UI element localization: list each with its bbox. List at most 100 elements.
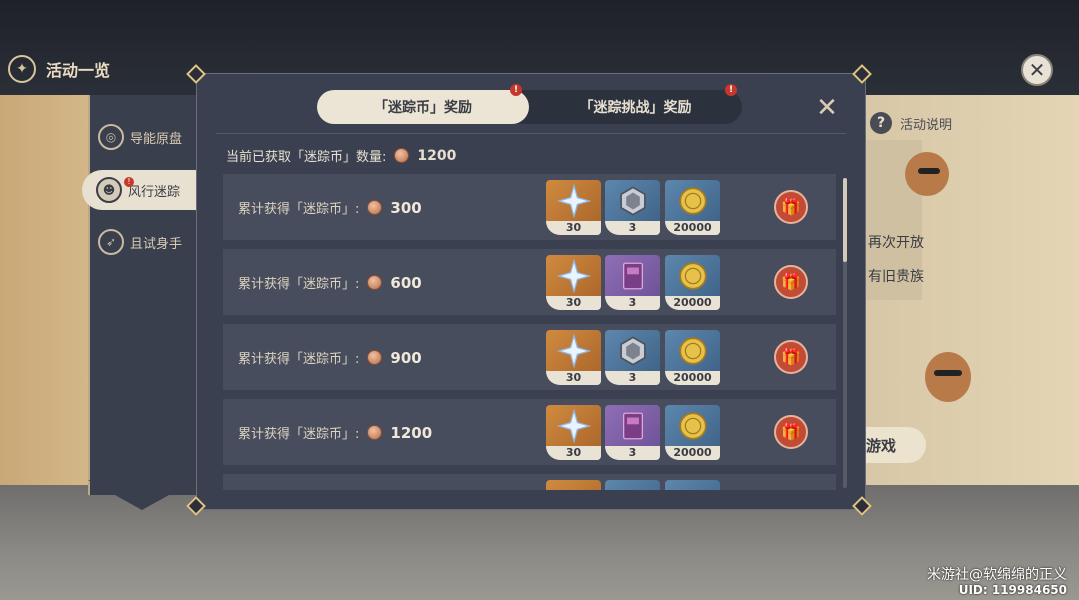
row-threshold: 300 bbox=[390, 198, 422, 217]
sidebar-item-label: 导能原盘 bbox=[130, 131, 183, 147]
reward-row: 累计获得「迷踪币」: 900 30 3 20000 🎁 bbox=[223, 324, 836, 390]
item-quantity: 20000 bbox=[665, 221, 720, 235]
mora-icon bbox=[665, 330, 720, 371]
reward-item[interactable]: 20000 bbox=[665, 180, 720, 235]
reward-row-partial bbox=[223, 474, 836, 490]
sidebar-item-1[interactable]: ☻! 风行迷踪 bbox=[82, 170, 198, 210]
tracking-coin-icon bbox=[367, 200, 383, 215]
row-threshold: 900 bbox=[390, 348, 422, 367]
gift-icon[interactable]: 🎁 bbox=[774, 265, 808, 299]
tracking-coin-icon bbox=[394, 148, 410, 163]
help-label: 活动说明 bbox=[900, 117, 953, 133]
raccoon-character-icon bbox=[905, 152, 949, 196]
alert-badge: ! bbox=[124, 177, 134, 187]
mora-icon bbox=[665, 180, 720, 221]
tab-label: 「迷踪挑战」奖励 bbox=[579, 100, 692, 116]
primogem-icon bbox=[546, 255, 601, 296]
raccoon-mask-icon bbox=[934, 370, 962, 376]
tracking-coin-icon bbox=[367, 425, 383, 440]
sidebar-item-label: 且试身手 bbox=[130, 236, 183, 252]
coin-summary: 当前已获取「迷踪币」数量: 1200 bbox=[226, 146, 457, 166]
page-title: 活动一览 bbox=[46, 61, 111, 80]
gift-icon[interactable]: 🎁 bbox=[774, 190, 808, 224]
reward-tabs: 「迷踪币」奖励 ! 「迷踪挑战」奖励 ! bbox=[317, 84, 742, 124]
mora-icon bbox=[665, 255, 720, 296]
summary-label: 当前已获取「迷踪币」数量: bbox=[226, 150, 387, 165]
sidebar-item-0[interactable]: ◎ 导能原盘 bbox=[90, 117, 198, 157]
raccoon-character-icon bbox=[925, 352, 971, 402]
watermark-uid: UID: 119984650 bbox=[958, 583, 1067, 597]
heros-wit-icon bbox=[605, 255, 660, 296]
reward-item[interactable] bbox=[605, 480, 660, 490]
close-icon[interactable]: ✕ bbox=[1021, 54, 1053, 86]
reward-item[interactable]: 30 bbox=[546, 405, 601, 460]
reward-item[interactable] bbox=[665, 480, 720, 490]
item-quantity: 3 bbox=[605, 221, 660, 235]
item-quantity: 3 bbox=[605, 296, 660, 310]
item-quantity: 30 bbox=[546, 371, 601, 385]
reward-item[interactable]: 3 bbox=[605, 405, 660, 460]
reward-row: 累计获得「迷踪币」: 300 30 3 20000 🎁 bbox=[223, 174, 836, 240]
activity-header: ✦ 活动一览 bbox=[8, 55, 110, 83]
gift-icon[interactable]: 🎁 bbox=[774, 340, 808, 374]
summary-value: 1200 bbox=[417, 147, 457, 164]
row-label: 累计获得「迷踪币」: 900 bbox=[238, 348, 422, 368]
play-game-button[interactable]: 游戏 bbox=[866, 427, 926, 463]
activity-sidebar: ◎ 导能原盘 ☻! 风行迷踪 ➶ 且试身手 bbox=[82, 95, 198, 495]
item-quantity: 30 bbox=[546, 221, 601, 235]
question-icon: ? bbox=[870, 112, 892, 134]
row-threshold: 600 bbox=[390, 273, 422, 292]
scrollbar-thumb[interactable] bbox=[843, 178, 847, 262]
primogem-icon bbox=[546, 180, 601, 221]
reward-row: 累计获得「迷踪币」: 1200 30 3 20000 🎁 bbox=[223, 399, 836, 465]
row-label-text: 累计获得「迷踪币」: bbox=[238, 352, 360, 367]
mystic-enhancement-ore-icon bbox=[605, 330, 660, 371]
item-quantity: 30 bbox=[546, 446, 601, 460]
compass-icon: ✦ bbox=[8, 55, 36, 83]
close-icon[interactable]: ✕ bbox=[815, 95, 839, 121]
item-quantity: 3 bbox=[605, 446, 660, 460]
row-label-text: 累计获得「迷踪币」: bbox=[238, 277, 360, 292]
help-button[interactable]: ? 活动说明 bbox=[870, 112, 952, 134]
primogem-icon bbox=[546, 330, 601, 371]
reward-item[interactable]: 3 bbox=[605, 330, 660, 385]
reward-item[interactable]: 30 bbox=[546, 330, 601, 385]
row-threshold: 1200 bbox=[390, 423, 433, 442]
sidebar-tail bbox=[88, 480, 196, 510]
item-quantity: 20000 bbox=[665, 446, 720, 460]
reward-item[interactable]: 20000 bbox=[665, 255, 720, 310]
item-quantity: 3 bbox=[605, 371, 660, 385]
sidebar-item-2[interactable]: ➶ 且试身手 bbox=[90, 222, 198, 262]
reward-list[interactable]: 累计获得「迷踪币」: 300 30 3 20000 🎁 累计获得「迷踪币」: 600 30 3 20… bbox=[223, 174, 836, 490]
reward-row: 累计获得「迷踪币」: 600 30 3 20000 🎁 bbox=[223, 249, 836, 315]
row-label: 累计获得「迷踪币」: 600 bbox=[238, 273, 422, 293]
reward-item[interactable]: 20000 bbox=[665, 405, 720, 460]
alert-badge: ! bbox=[725, 84, 737, 96]
watermark: 米游社@软绵绵的正义 UID: 119984650 bbox=[927, 568, 1067, 598]
primogem-icon bbox=[546, 405, 601, 446]
raccoon-mask-icon bbox=[918, 168, 940, 174]
reward-item[interactable]: 20000 bbox=[665, 330, 720, 385]
tab-challenge-rewards[interactable]: 「迷踪挑战」奖励 ! bbox=[529, 84, 742, 124]
reward-item[interactable]: 3 bbox=[605, 180, 660, 235]
tracking-coin-icon bbox=[367, 275, 383, 290]
divider bbox=[216, 133, 846, 134]
right-text-reopen: 再次开放 bbox=[868, 235, 924, 251]
gift-icon[interactable]: 🎁 bbox=[774, 415, 808, 449]
row-label: 累计获得「迷踪币」: 1200 bbox=[238, 423, 433, 443]
item-quantity: 20000 bbox=[665, 296, 720, 310]
tracking-coin-icon bbox=[367, 350, 383, 365]
reward-item[interactable]: 30 bbox=[546, 255, 601, 310]
mystic-enhancement-ore-icon bbox=[605, 180, 660, 221]
reward-item[interactable] bbox=[546, 480, 601, 490]
sidebar-item-label: 风行迷踪 bbox=[128, 184, 181, 200]
item-quantity: 20000 bbox=[665, 371, 720, 385]
tab-coin-rewards[interactable]: 「迷踪币」奖励 ! bbox=[317, 84, 529, 124]
bow-icon: ➶ bbox=[98, 229, 124, 255]
row-label: 累计获得「迷踪币」: 300 bbox=[238, 198, 422, 218]
reward-item[interactable]: 30 bbox=[546, 180, 601, 235]
row-label-text: 累计获得「迷踪币」: bbox=[238, 202, 360, 217]
compass-icon: ◎ bbox=[98, 124, 124, 150]
reward-item[interactable]: 3 bbox=[605, 255, 660, 310]
right-text-noble: 有旧贵族 bbox=[868, 269, 924, 285]
